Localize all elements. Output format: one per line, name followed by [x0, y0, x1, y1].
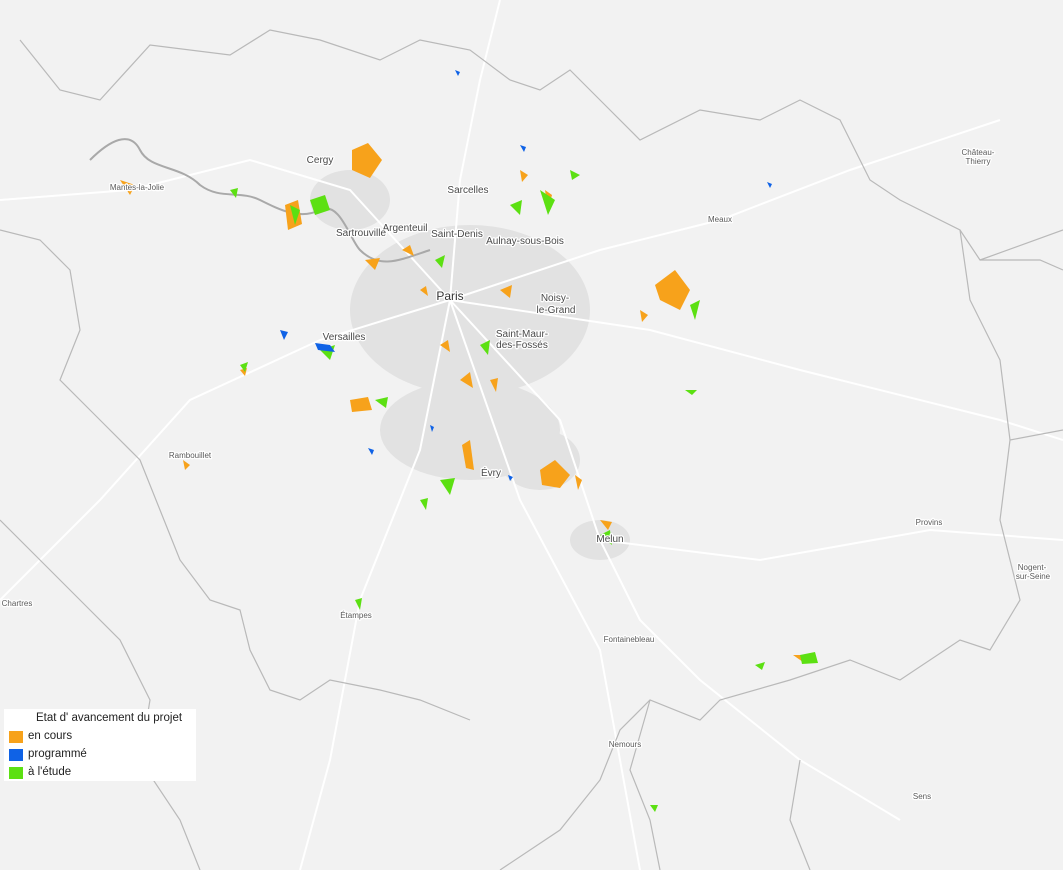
- city-label-chartres: Chartres: [2, 599, 33, 608]
- legend-label-programme: programmé: [28, 748, 87, 760]
- city-label-cergy: Cergy: [307, 155, 334, 166]
- city-label-sartrouville: Sartrouville: [336, 228, 386, 239]
- city-label-saint-maur-1: Saint-Maur-: [496, 329, 548, 340]
- city-label-nogent-2: sur-Seine: [1016, 572, 1051, 581]
- city-label-evry: Évry: [481, 466, 501, 479]
- city-label-fontainebleau: Fontainebleau: [604, 635, 655, 644]
- legend-swatch-programme: [9, 749, 23, 761]
- city-label-meaux: Meaux: [708, 215, 732, 224]
- city-label-noisy-1: Noisy-: [541, 293, 569, 304]
- city-label-saint-denis: Saint-Denis: [431, 229, 483, 240]
- legend-label-en-cours: en cours: [28, 730, 73, 742]
- city-label-melun: Melun: [596, 534, 623, 545]
- city-label-noisy-2: le-Grand: [537, 305, 576, 316]
- legend-title: Etat d' avancement du projet: [36, 712, 183, 724]
- city-label-argenteuil: Argenteuil: [382, 223, 427, 234]
- city-label-etampes: Étampes: [340, 611, 372, 620]
- legend-swatch-en-cours: [9, 731, 23, 743]
- city-label-paris: Paris: [436, 289, 463, 303]
- city-label-sarcelles: Sarcelles: [447, 185, 488, 196]
- legend-swatch-a-letude: [9, 767, 23, 779]
- city-label-chateau-2: Thierry: [966, 157, 991, 166]
- city-label-chateau-1: Château-: [962, 148, 995, 157]
- city-label-versailles: Versailles: [323, 332, 366, 343]
- city-label-mantes: Mantes-la-Jolie: [110, 183, 165, 192]
- city-label-sens: Sens: [913, 792, 931, 801]
- legend-label-a-letude: à l'étude: [28, 766, 72, 778]
- city-label-saint-maur-2: des-Fossés: [496, 340, 548, 351]
- city-label-nemours: Nemours: [609, 740, 641, 749]
- city-label-aulnay: Aulnay-sous-Bois: [486, 236, 564, 247]
- city-label-nogent-1: Nogent-: [1018, 563, 1047, 572]
- map-legend: Etat d' avancement du projet en cours pr…: [4, 709, 196, 781]
- city-label-provins: Provins: [916, 518, 943, 527]
- city-label-rambouillet: Rambouillet: [169, 451, 212, 460]
